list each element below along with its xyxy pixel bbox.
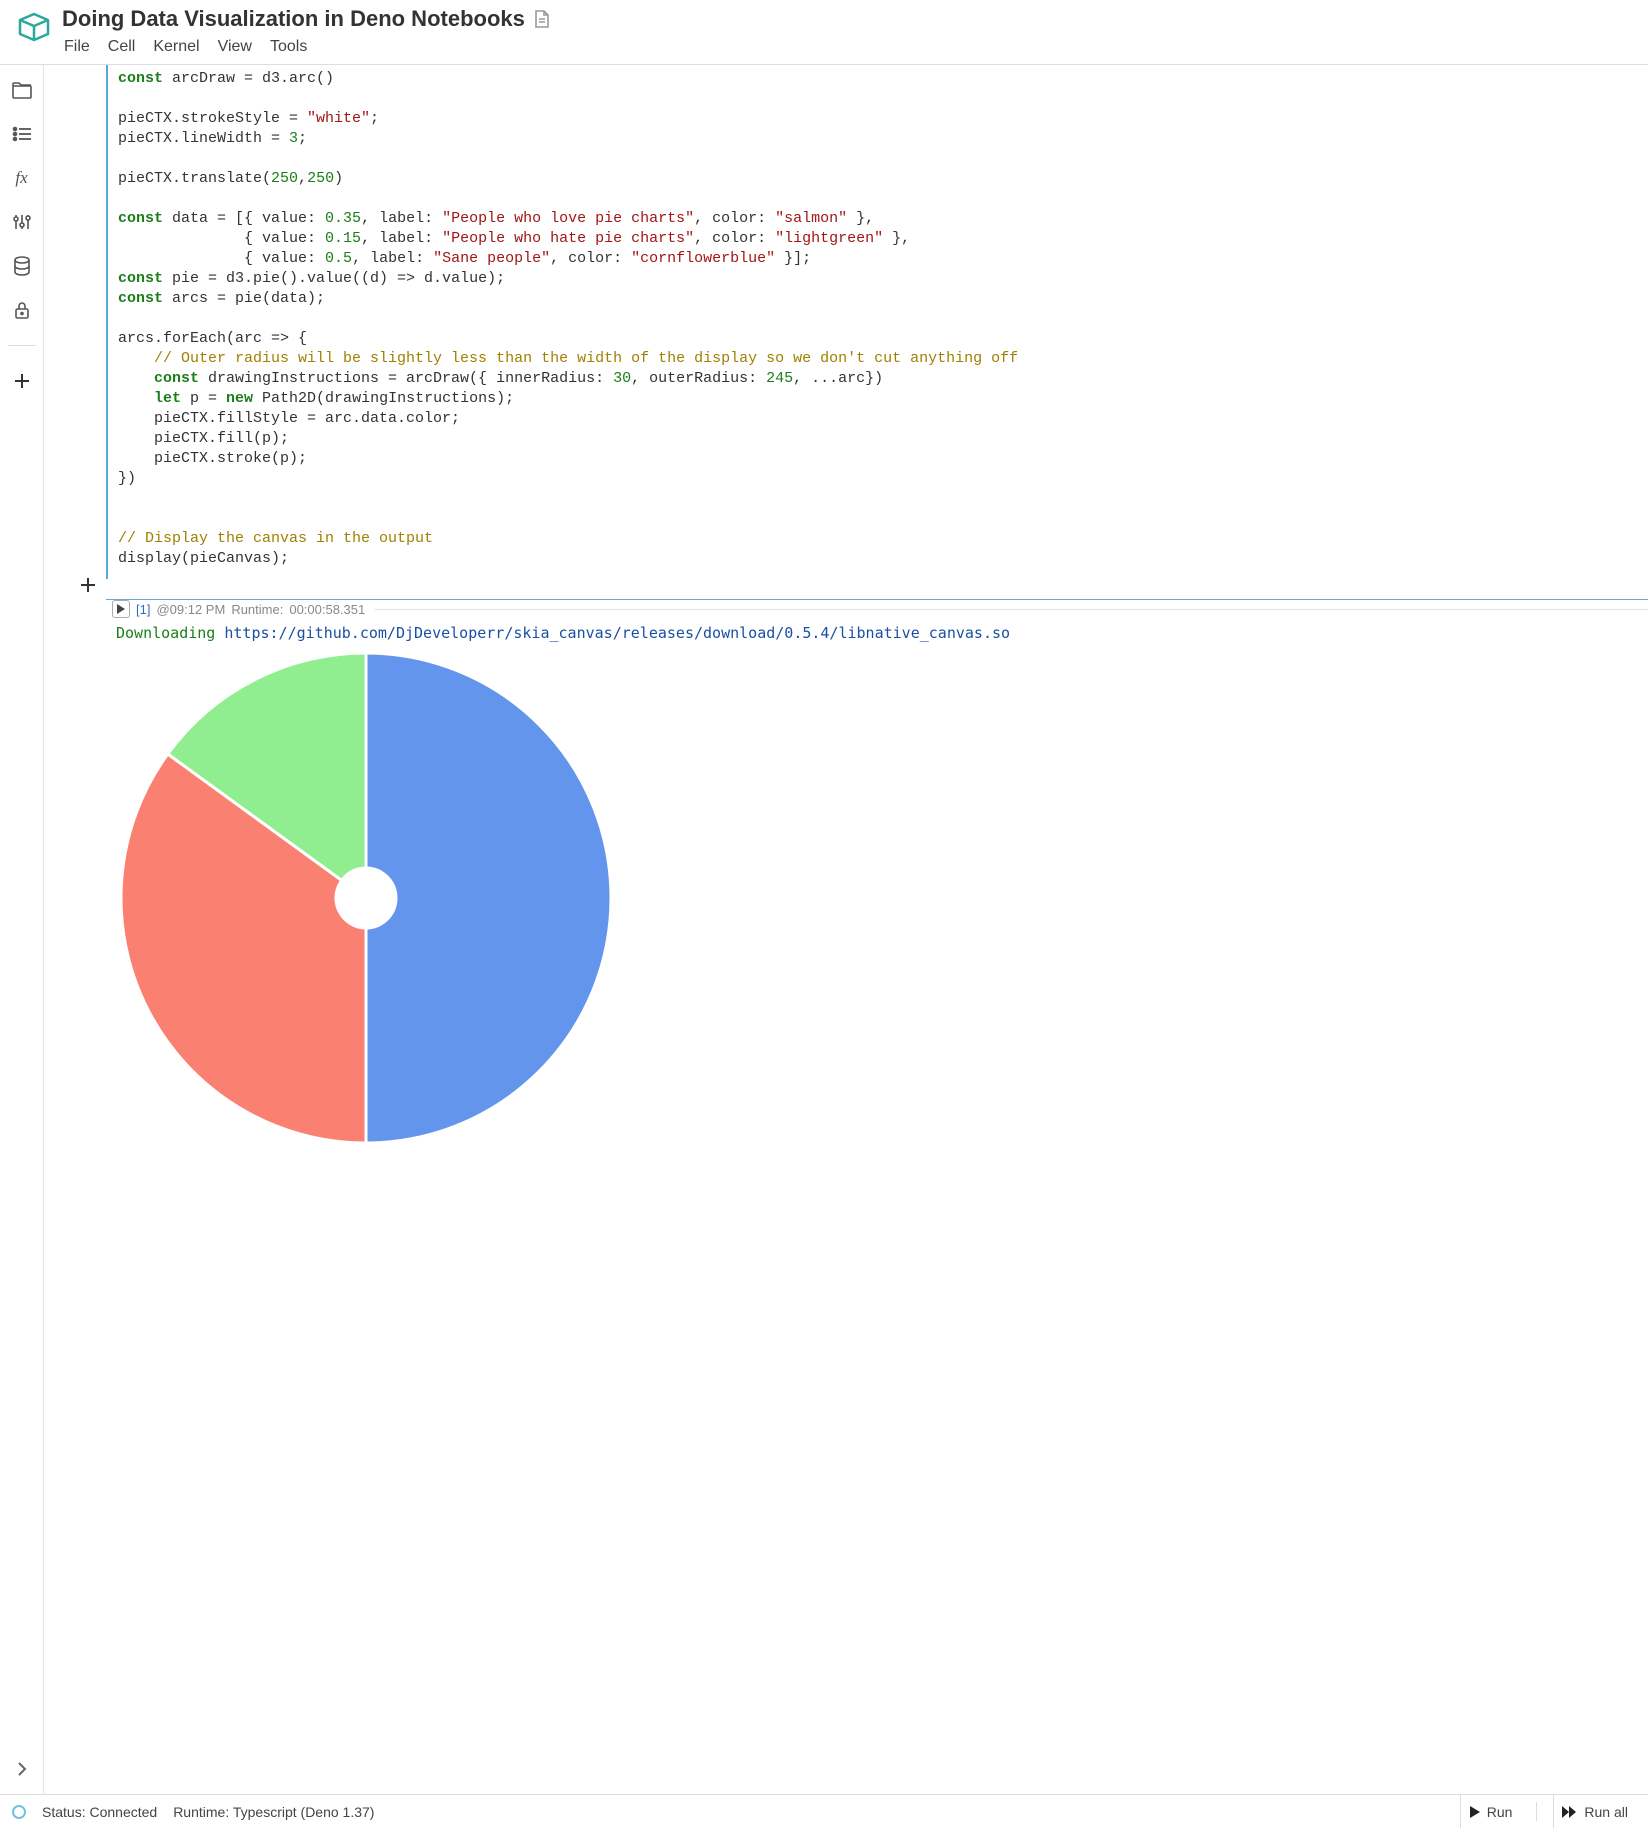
app-logo xyxy=(12,6,56,50)
downloading-label: Downloading xyxy=(116,624,215,642)
add-cell-icon[interactable] xyxy=(11,370,33,392)
download-url[interactable]: https://github.com/DjDeveloperr/skia_can… xyxy=(224,624,1010,642)
status-runtime: Runtime: Typescript (Deno 1.37) xyxy=(173,1804,374,1820)
runtime-value: 00:00:58.351 xyxy=(289,602,365,617)
status-bar: Status: Connected Runtime: Typescript (D… xyxy=(0,1794,1648,1828)
run-button[interactable]: Run xyxy=(1460,1795,1521,1828)
code-cell[interactable]: const arcDraw = d3.arc() pieCTX.strokeSt… xyxy=(106,65,1648,579)
output-meta: [1] @09:12 PM Runtime: 00:00:58.351 xyxy=(106,599,1648,618)
status-connected: Status: Connected xyxy=(42,1804,157,1820)
logo-icon xyxy=(16,10,52,46)
cell-output: Downloading https://github.com/DjDevelop… xyxy=(106,618,1648,1168)
connection-status-icon xyxy=(12,1805,26,1819)
play-icon xyxy=(1469,1806,1481,1818)
pie-slice xyxy=(366,653,611,1143)
menu-cell[interactable]: Cell xyxy=(108,38,136,56)
run-all-button[interactable]: Run all xyxy=(1553,1795,1636,1828)
pie-chart xyxy=(116,648,616,1148)
document-icon xyxy=(533,9,551,29)
notebook-main: const arcDraw = d3.arc() pieCTX.strokeSt… xyxy=(44,65,1648,1794)
runtime-label: Runtime: xyxy=(231,602,283,617)
play-all-icon xyxy=(1562,1806,1578,1818)
document-title[interactable]: Doing Data Visualization in Deno Noteboo… xyxy=(62,6,525,32)
menu-view[interactable]: View xyxy=(218,38,252,56)
sidebar-rail: fx xyxy=(0,65,44,1794)
header: Doing Data Visualization in Deno Noteboo… xyxy=(0,0,1648,65)
menu-file[interactable]: File xyxy=(64,38,90,56)
toc-icon[interactable] xyxy=(11,123,33,145)
insert-cell-button[interactable] xyxy=(76,573,100,597)
lock-icon[interactable] xyxy=(11,299,33,321)
execution-time: @09:12 PM xyxy=(156,602,225,617)
run-cell-button[interactable] xyxy=(112,600,130,618)
files-icon[interactable] xyxy=(11,79,33,101)
execution-count: [1] xyxy=(136,602,150,617)
fx-icon[interactable]: fx xyxy=(11,167,33,189)
menu-kernel[interactable]: Kernel xyxy=(153,38,199,56)
menubar: File Cell Kernel View Tools xyxy=(62,32,551,64)
menu-tools[interactable]: Tools xyxy=(270,38,307,56)
sliders-icon[interactable] xyxy=(11,211,33,233)
chevron-right-icon[interactable] xyxy=(11,1758,33,1780)
database-icon[interactable] xyxy=(11,255,33,277)
